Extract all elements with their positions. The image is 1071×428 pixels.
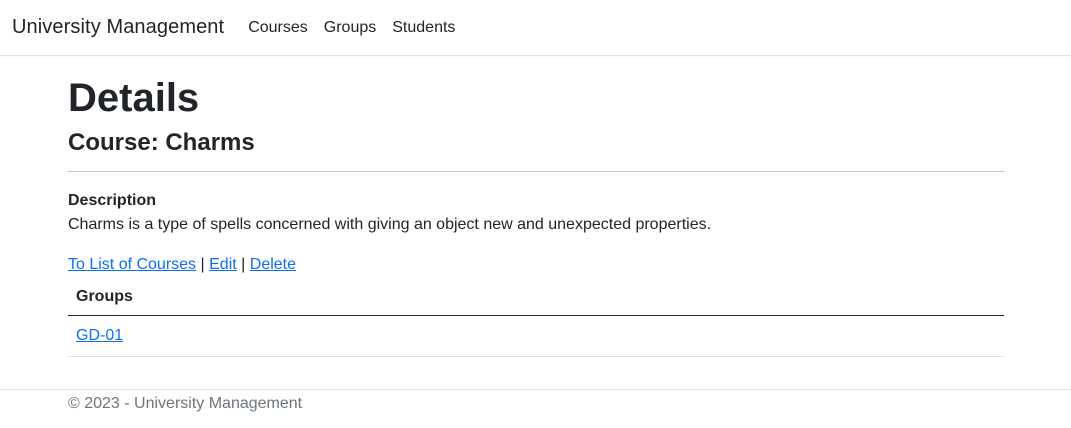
page-title: Details [68, 76, 200, 120]
group-link[interactable]: GD-01 [76, 327, 123, 344]
footer: © 2023 - University Management [0, 389, 1071, 428]
description-value: Charms is a type of spells concerned wit… [68, 216, 712, 233]
edit-link[interactable]: Edit [209, 256, 237, 273]
top-navbar: University Management Courses Groups Stu… [0, 0, 1071, 56]
nav-courses[interactable]: Courses [248, 19, 308, 37]
description-label: Description [68, 192, 157, 209]
course-subtitle: Course: Charms [68, 129, 255, 156]
nav-students[interactable]: Students [392, 19, 455, 37]
table-row: GD-01 [68, 316, 1004, 357]
back-to-courses-link[interactable]: To List of Courses [68, 256, 196, 273]
delete-link[interactable]: Delete [250, 256, 296, 273]
groups-table: Groups GD-01 [68, 280, 1004, 357]
divider [68, 171, 1004, 172]
groups-column-header: Groups [68, 280, 1004, 316]
footer-copyright: © 2023 - University Management [68, 395, 303, 412]
separator: | [241, 256, 246, 273]
separator: | [200, 256, 205, 273]
brand-link[interactable]: University Management [12, 16, 224, 39]
nav-groups[interactable]: Groups [324, 19, 376, 37]
action-links: To List of Courses | Edit | Delete [68, 256, 296, 274]
